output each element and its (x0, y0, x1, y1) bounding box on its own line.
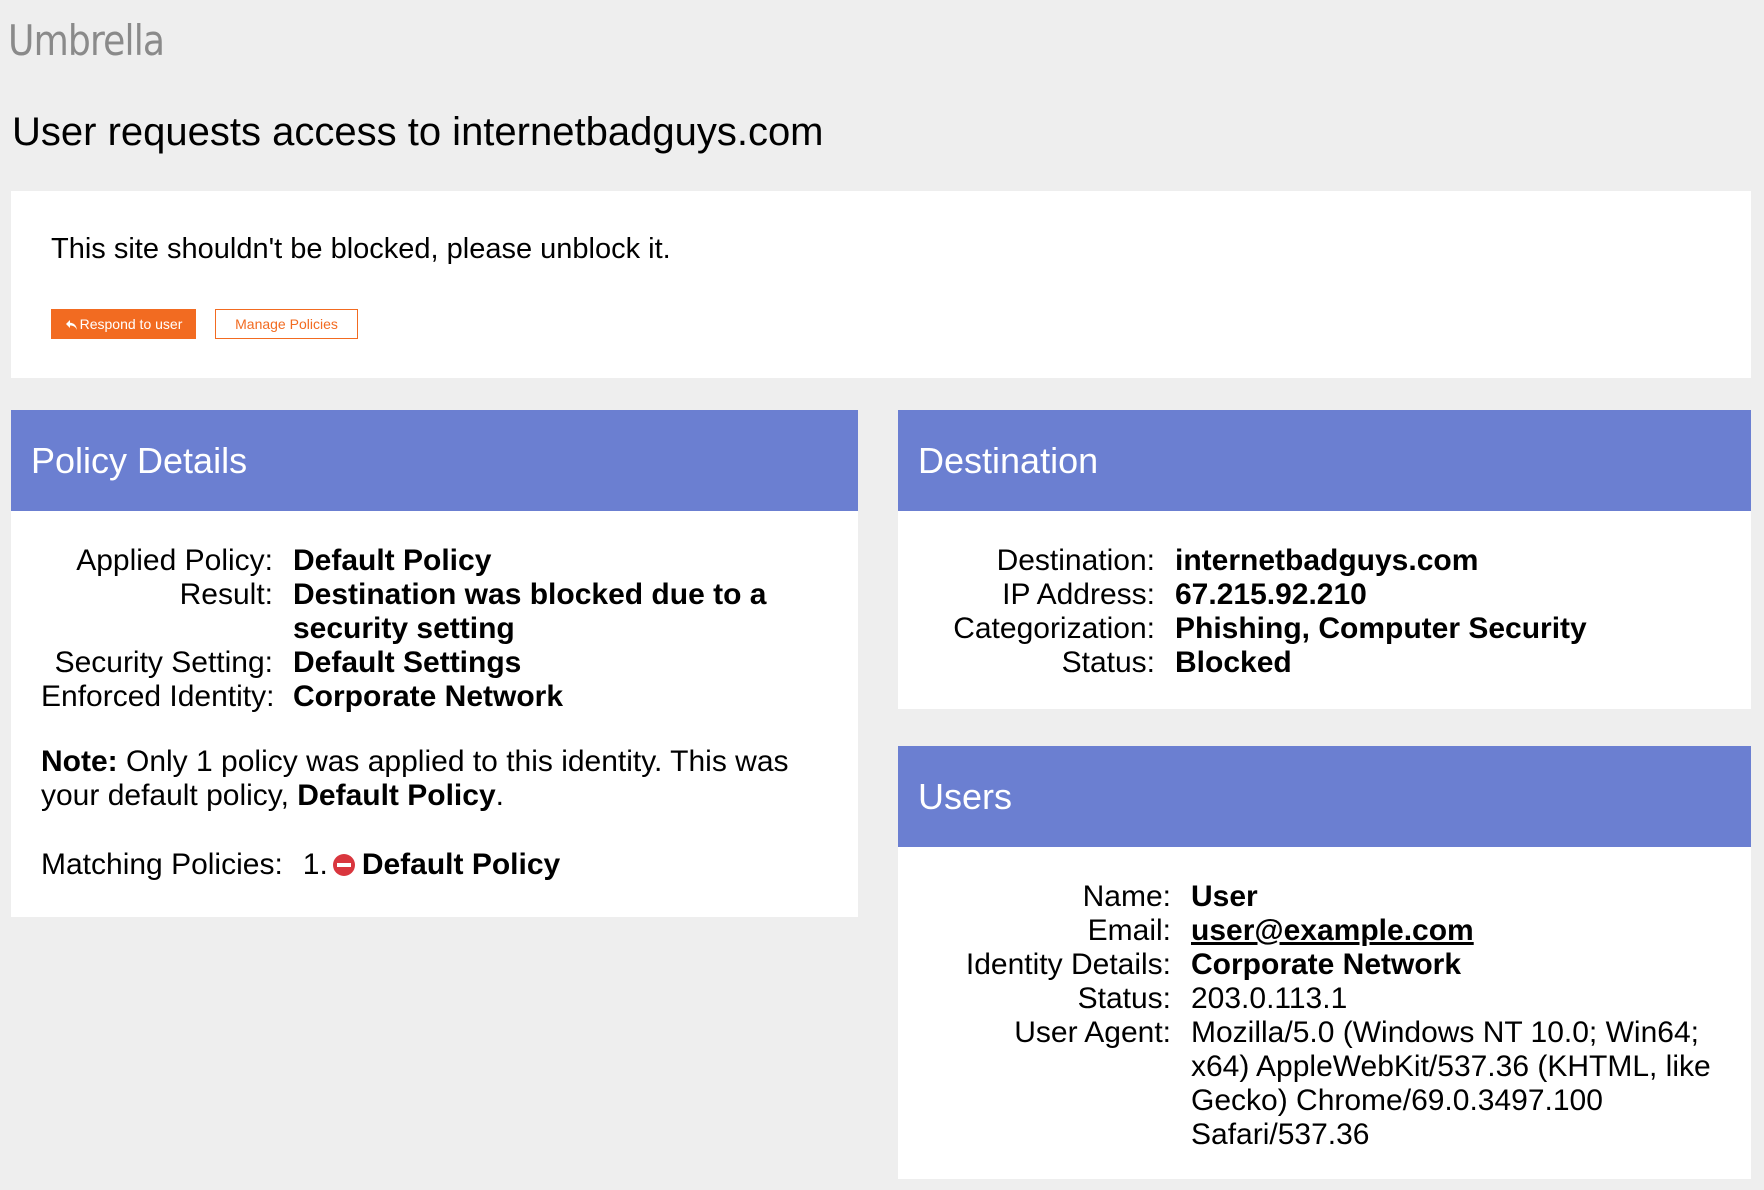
blocked-icon (332, 854, 355, 876)
matching-policy-name[interactable]: Default Policy (362, 848, 560, 882)
user-email-label: Email: (1087, 914, 1171, 947)
user-agent-label: User Agent: (1014, 1016, 1171, 1049)
manage-policies-button[interactable]: Manage Policies (215, 309, 358, 339)
destination-header: Destination (898, 410, 1751, 511)
note-label: Note: (41, 745, 118, 778)
policy-note: Note: Only 1 policy was applied to this … (41, 745, 821, 813)
policy-details-header: Policy Details (11, 410, 858, 511)
policy-details-panel: Policy Details Applied Policy: Default P… (11, 410, 858, 917)
result-value: Destination was blocked due to a securit… (293, 578, 767, 645)
ip-address-value: 67.215.92.210 (1175, 578, 1367, 611)
identity-details-value: Corporate Network (1191, 948, 1462, 981)
destination-status-label: Status: (1061, 646, 1155, 679)
result-label: Result: (179, 578, 273, 611)
ip-address-label: IP Address: (1002, 578, 1155, 611)
user-status-value: 203.0.113.1 (1191, 982, 1348, 1015)
applied-policy-label: Applied Policy: (76, 544, 273, 577)
user-agent-value: Mozilla/5.0 (Windows NT 10.0; Win64; x64… (1191, 1016, 1711, 1151)
enforced-identity-value: Corporate Network (293, 680, 564, 713)
identity-details-label: Identity Details: (965, 948, 1171, 981)
policy-details-list: Applied Policy: Default Policy Result: D… (41, 544, 793, 714)
request-card: This site shouldn't be blocked, please u… (11, 191, 1751, 378)
matching-policies-label: Matching Policies: (41, 848, 283, 881)
applied-policy-value: Default Policy (293, 544, 492, 577)
enforced-identity-label: Enforced Identity: (41, 680, 275, 713)
request-message: This site shouldn't be blocked, please u… (51, 233, 671, 265)
users-list: Name: User Email: user@example.com Ident… (944, 880, 1731, 1152)
note-policy-name: Default Policy (297, 779, 496, 812)
umbrella-logo: Umbrella (8, 16, 165, 65)
respond-to-user-button[interactable]: Respond to user (51, 309, 196, 339)
note-end: . (495, 779, 504, 812)
destination-label: Destination: (996, 544, 1155, 577)
reply-icon (65, 320, 77, 330)
matching-policy-number: 1. (302, 848, 328, 881)
user-email-link[interactable]: user@example.com (1191, 914, 1474, 947)
users-header: Users (898, 746, 1751, 847)
categorization-value: Phishing, Computer Security (1175, 612, 1587, 645)
security-setting-value: Default Settings (293, 646, 522, 679)
categorization-label: Categorization: (953, 612, 1155, 645)
users-panel: Users Name: User Email: user@example.com… (898, 746, 1751, 1179)
respond-button-label: Respond to user (79, 316, 183, 332)
destination-status-value: Blocked (1175, 646, 1292, 679)
user-name-label: Name: (1082, 880, 1171, 913)
page-title: User requests access to internetbadguys.… (12, 110, 824, 154)
destination-value: internetbadguys.com (1175, 544, 1479, 577)
user-name-value: User (1191, 880, 1258, 913)
user-status-label: Status: (1077, 982, 1171, 1015)
matching-policies: Matching Policies: 1. Default Policy (41, 848, 560, 882)
destination-list: Destination: internetbadguys.com IP Addr… (928, 544, 1715, 680)
security-setting-label: Security Setting: (54, 646, 273, 679)
destination-panel: Destination Destination: internetbadguys… (898, 410, 1751, 709)
